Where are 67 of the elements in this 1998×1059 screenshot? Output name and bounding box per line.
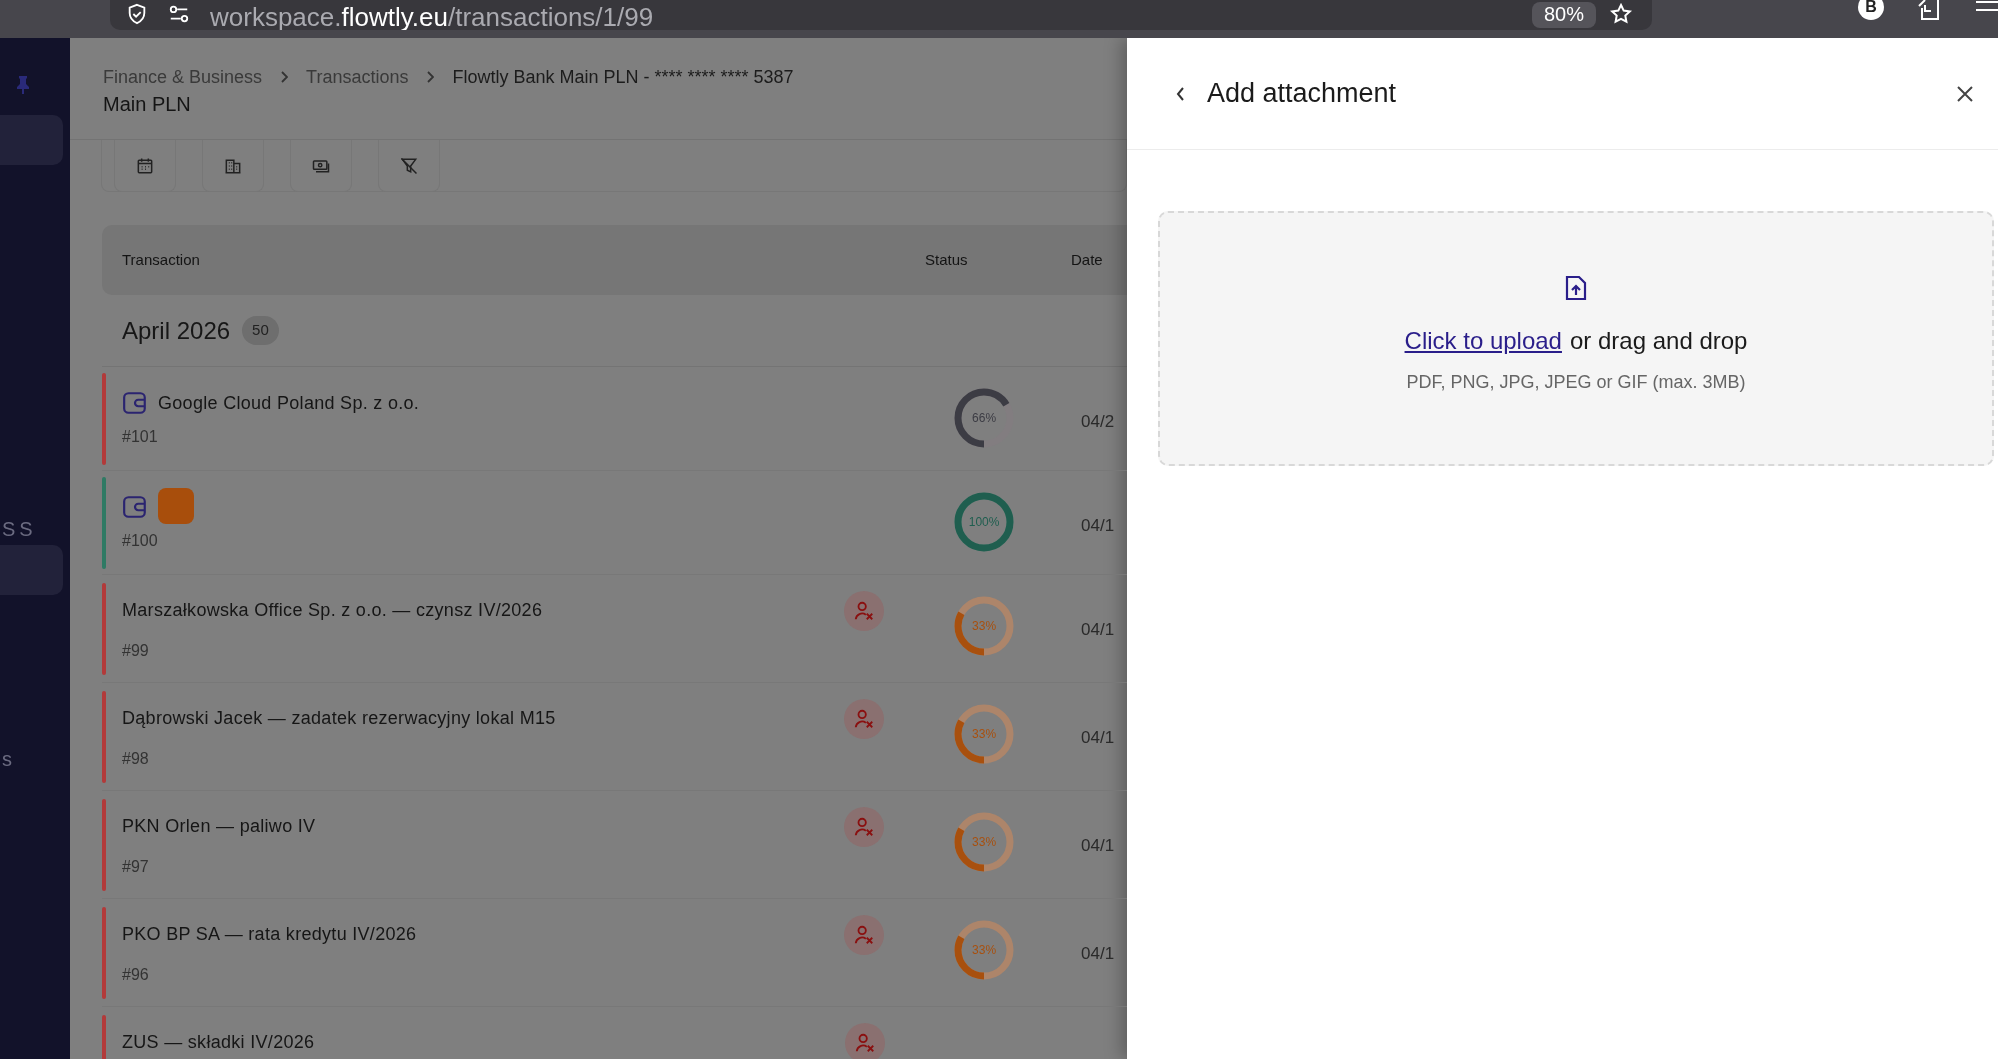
column-header[interactable]: Status	[923, 248, 1071, 272]
filter-off-icon	[399, 155, 419, 176]
transaction-title[interactable]: PKN Orlen — paliwo IV	[122, 815, 316, 837]
back-icon[interactable]	[1175, 85, 1187, 102]
file-types-hint: PDF, PNG, JPG, JPEG or GIF (max. 3MB)	[1406, 371, 1746, 394]
column-header[interactable]: Date	[1071, 248, 1127, 272]
breadcrumb-current: Flowtly Bank Main PLN - **** **** **** 5387	[452, 66, 794, 88]
star-icon[interactable]	[1608, 2, 1634, 26]
toolbar-button[interactable]	[290, 140, 352, 192]
upload-link[interactable]: Click to upload	[1404, 323, 1562, 359]
transaction-number: #96	[122, 965, 150, 985]
shield-icon[interactable]	[126, 3, 148, 25]
zoom-badge[interactable]: 80%	[1531, 2, 1596, 28]
date-cell-text: 04/1	[1081, 943, 1116, 965]
panel-title: Add attachment	[1207, 77, 1398, 111]
menu-icon[interactable]	[1976, 0, 1998, 14]
status-progress-ring: 33%	[953, 811, 1016, 873]
status-progress-ring: 33%	[953, 703, 1016, 765]
transaction-title[interactable]: ZUS — składki IV/2026	[122, 1031, 315, 1053]
chevron-icon	[426, 71, 435, 83]
status-progress-ring: 33%	[953, 595, 1016, 657]
close-icon[interactable]	[1956, 84, 1974, 103]
breadcrumb-link[interactable]: Finance & Business	[103, 66, 263, 88]
user-remove-icon	[853, 708, 876, 730]
toolbar-button[interactable]	[114, 140, 176, 192]
sidebar-label: s	[2, 747, 16, 772]
user-remove-icon	[853, 924, 876, 946]
status-progress-ring: 33%	[953, 919, 1016, 981]
transaction-number: #98	[122, 749, 150, 769]
count-badge: 50	[242, 316, 279, 345]
column-header[interactable]: Transaction	[102, 248, 923, 272]
page-title: Main PLN	[103, 92, 192, 116]
unassigned-user-button[interactable]	[844, 807, 885, 847]
sidebar-label: SS	[2, 517, 37, 542]
user-remove-icon	[853, 600, 876, 622]
user-remove-icon	[853, 816, 876, 838]
date-cell-text: 04/2	[1081, 411, 1116, 433]
user-remove-icon	[854, 1032, 876, 1054]
transaction-number: #97	[122, 857, 150, 877]
toolbar-button[interactable]	[202, 140, 264, 192]
sliders-icon[interactable]	[168, 3, 190, 25]
transaction-title[interactable]: Marszałkowska Office Sp. z o.o. — czynsz IV/2026	[122, 599, 543, 621]
unassigned-user-button[interactable]	[844, 699, 885, 739]
status-progress-ring: 100%	[953, 491, 1016, 553]
date-cell-text: 04/1	[1081, 727, 1116, 749]
breadcrumb-link[interactable]: Transactions	[306, 66, 409, 88]
toolbar-button[interactable]	[378, 140, 440, 192]
transaction-number: #101	[122, 427, 159, 447]
pin-icon[interactable]	[16, 76, 30, 94]
chevron-icon	[280, 71, 289, 83]
date-cell-text: 04/1	[1081, 835, 1116, 857]
upload-text: or drag and drop	[1569, 326, 1748, 356]
unassigned-user-button[interactable]	[845, 1023, 885, 1059]
transaction-title[interactable]: PKO BP SA — rata kredytu IV/2026	[122, 923, 417, 945]
group-title: April 2026	[122, 315, 231, 346]
upload-dropzone[interactable]: Click to upload or drag and drop PDF, PNG, JPG, JPEG or GIF (max. 3MB)	[1158, 211, 1994, 466]
transaction-number: #99	[122, 641, 150, 661]
unassigned-user-button[interactable]	[844, 915, 885, 955]
date-cell-text: 04/1	[1081, 619, 1116, 641]
unassigned-user-button[interactable]	[844, 591, 885, 631]
date-cell-text: 04/1	[1081, 515, 1116, 537]
transaction-title[interactable]: Dąbrowski Jacek — zadatek rezerwacyjny lokal M15	[122, 707, 556, 729]
transaction-title[interactable]: Google Cloud Poland Sp. z o.o.	[158, 392, 420, 414]
transaction-number: #100	[122, 531, 159, 551]
share-icon[interactable]	[1918, 0, 1942, 20]
profile-avatar[interactable]: B	[1858, 0, 1884, 20]
file-upload-icon	[1565, 275, 1587, 301]
